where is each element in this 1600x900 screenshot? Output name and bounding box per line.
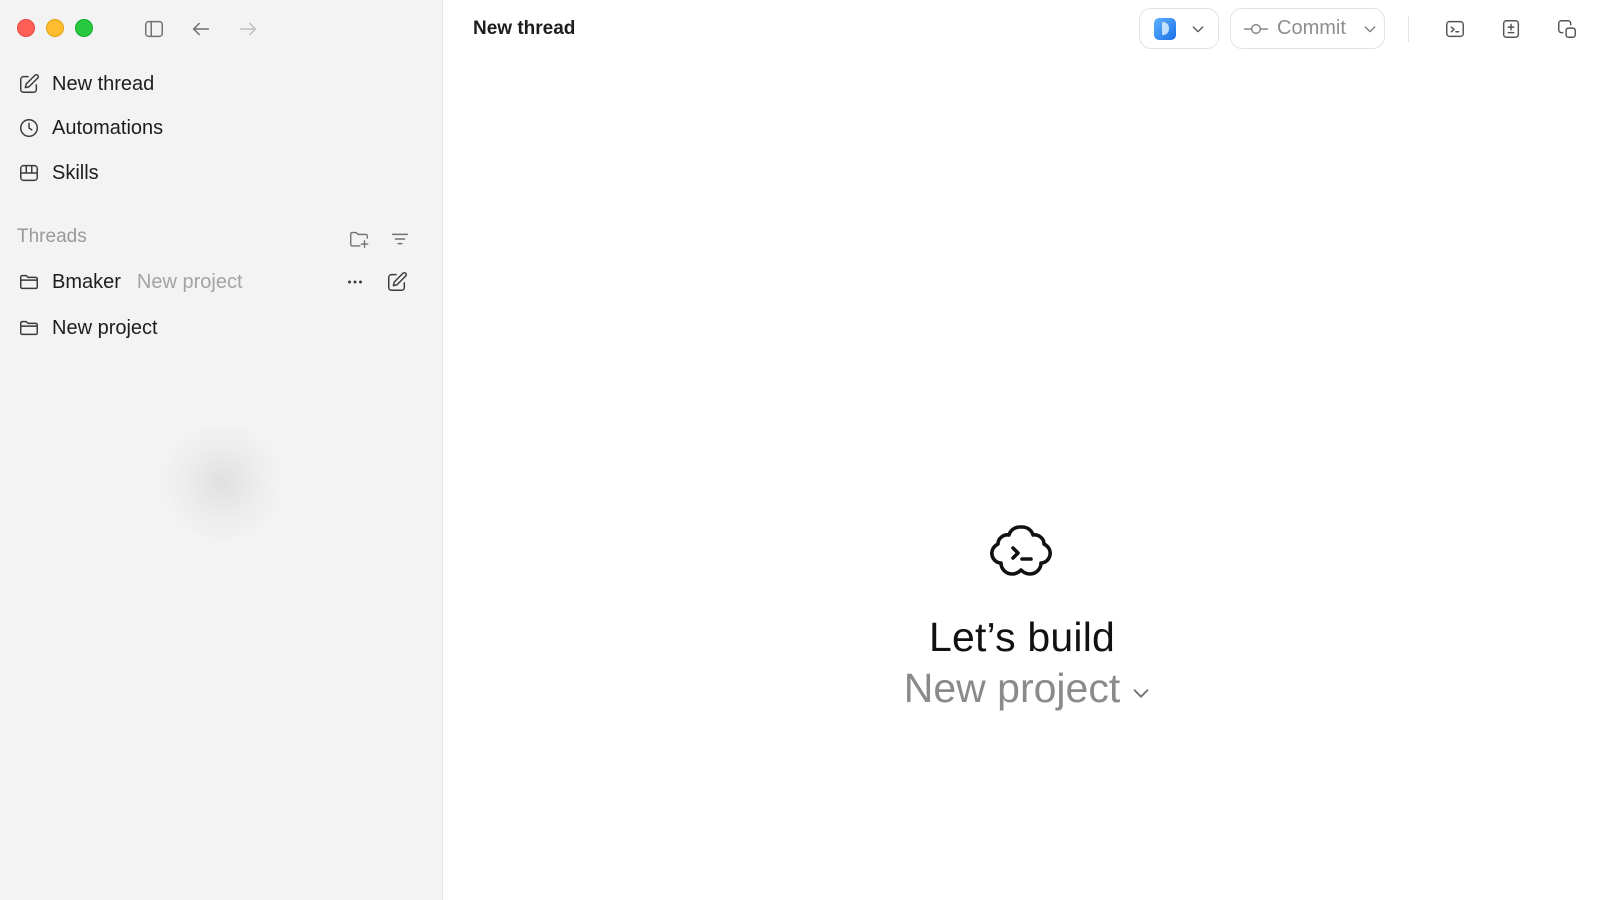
nav-label: New thread bbox=[52, 72, 155, 95]
project-name: Bmaker bbox=[52, 270, 121, 293]
project-row-new-project[interactable]: New project bbox=[16, 310, 426, 346]
new-thread-in-project-icon[interactable] bbox=[384, 269, 410, 295]
main-pane: New thread Commit Let’s build New projec… bbox=[444, 0, 1600, 900]
new-folder-icon[interactable] bbox=[347, 227, 371, 251]
project-name: New project bbox=[52, 316, 158, 339]
zoom-window-button[interactable] bbox=[75, 19, 93, 37]
commit-label: Commit bbox=[1277, 17, 1346, 39]
app-window: New thread Automations Skills Threads Bm… bbox=[0, 0, 1600, 900]
commit-button[interactable]: Commit bbox=[1230, 8, 1385, 49]
nav-label: Automations bbox=[52, 116, 164, 139]
folder-icon bbox=[20, 320, 38, 336]
empty-state: Let’s build New project bbox=[444, 520, 1600, 712]
nav-label: Skills bbox=[52, 161, 99, 184]
window-controls bbox=[17, 19, 93, 37]
cursor-highlight bbox=[160, 425, 285, 540]
clock-icon bbox=[20, 119, 38, 137]
sidebar: New thread Automations Skills Threads Bm… bbox=[0, 0, 443, 900]
nav-new-thread[interactable]: New thread bbox=[16, 66, 426, 102]
minimize-window-button[interactable] bbox=[46, 19, 64, 37]
nav-automations[interactable]: Automations bbox=[16, 110, 426, 146]
toggle-sidebar-icon[interactable] bbox=[141, 16, 167, 42]
chevron-down-icon bbox=[1133, 688, 1149, 698]
finder-app-icon bbox=[1154, 17, 1176, 40]
hero-title: Let’s build bbox=[928, 614, 1116, 660]
page-title: New thread bbox=[473, 18, 576, 39]
open-window-icon[interactable] bbox=[1554, 16, 1580, 42]
nav-skills[interactable]: Skills bbox=[16, 155, 426, 191]
project-subtitle: New project bbox=[136, 270, 243, 293]
toolbar-divider bbox=[1408, 16, 1409, 42]
skills-icon bbox=[20, 164, 38, 182]
compose-icon bbox=[20, 74, 39, 93]
open-in-app-button[interactable] bbox=[1139, 8, 1219, 49]
folder-icon bbox=[20, 274, 38, 290]
threads-heading: Threads bbox=[17, 226, 87, 247]
diff-icon[interactable] bbox=[1498, 16, 1524, 42]
project-selector-label: New project bbox=[903, 665, 1121, 711]
commit-icon bbox=[1243, 23, 1269, 34]
chevron-down-icon bbox=[1364, 25, 1376, 32]
project-selector[interactable]: New project bbox=[904, 665, 1152, 712]
terminal-icon[interactable] bbox=[1442, 16, 1468, 42]
filter-icon[interactable] bbox=[388, 227, 412, 251]
forward-arrow-icon[interactable] bbox=[235, 16, 261, 42]
more-options-icon[interactable] bbox=[342, 269, 368, 295]
codex-logo-icon bbox=[989, 520, 1055, 586]
project-row-bmaker[interactable]: Bmaker New project bbox=[16, 264, 426, 300]
close-window-button[interactable] bbox=[17, 19, 35, 37]
back-arrow-icon[interactable] bbox=[188, 16, 214, 42]
chevron-down-icon bbox=[1192, 25, 1204, 32]
